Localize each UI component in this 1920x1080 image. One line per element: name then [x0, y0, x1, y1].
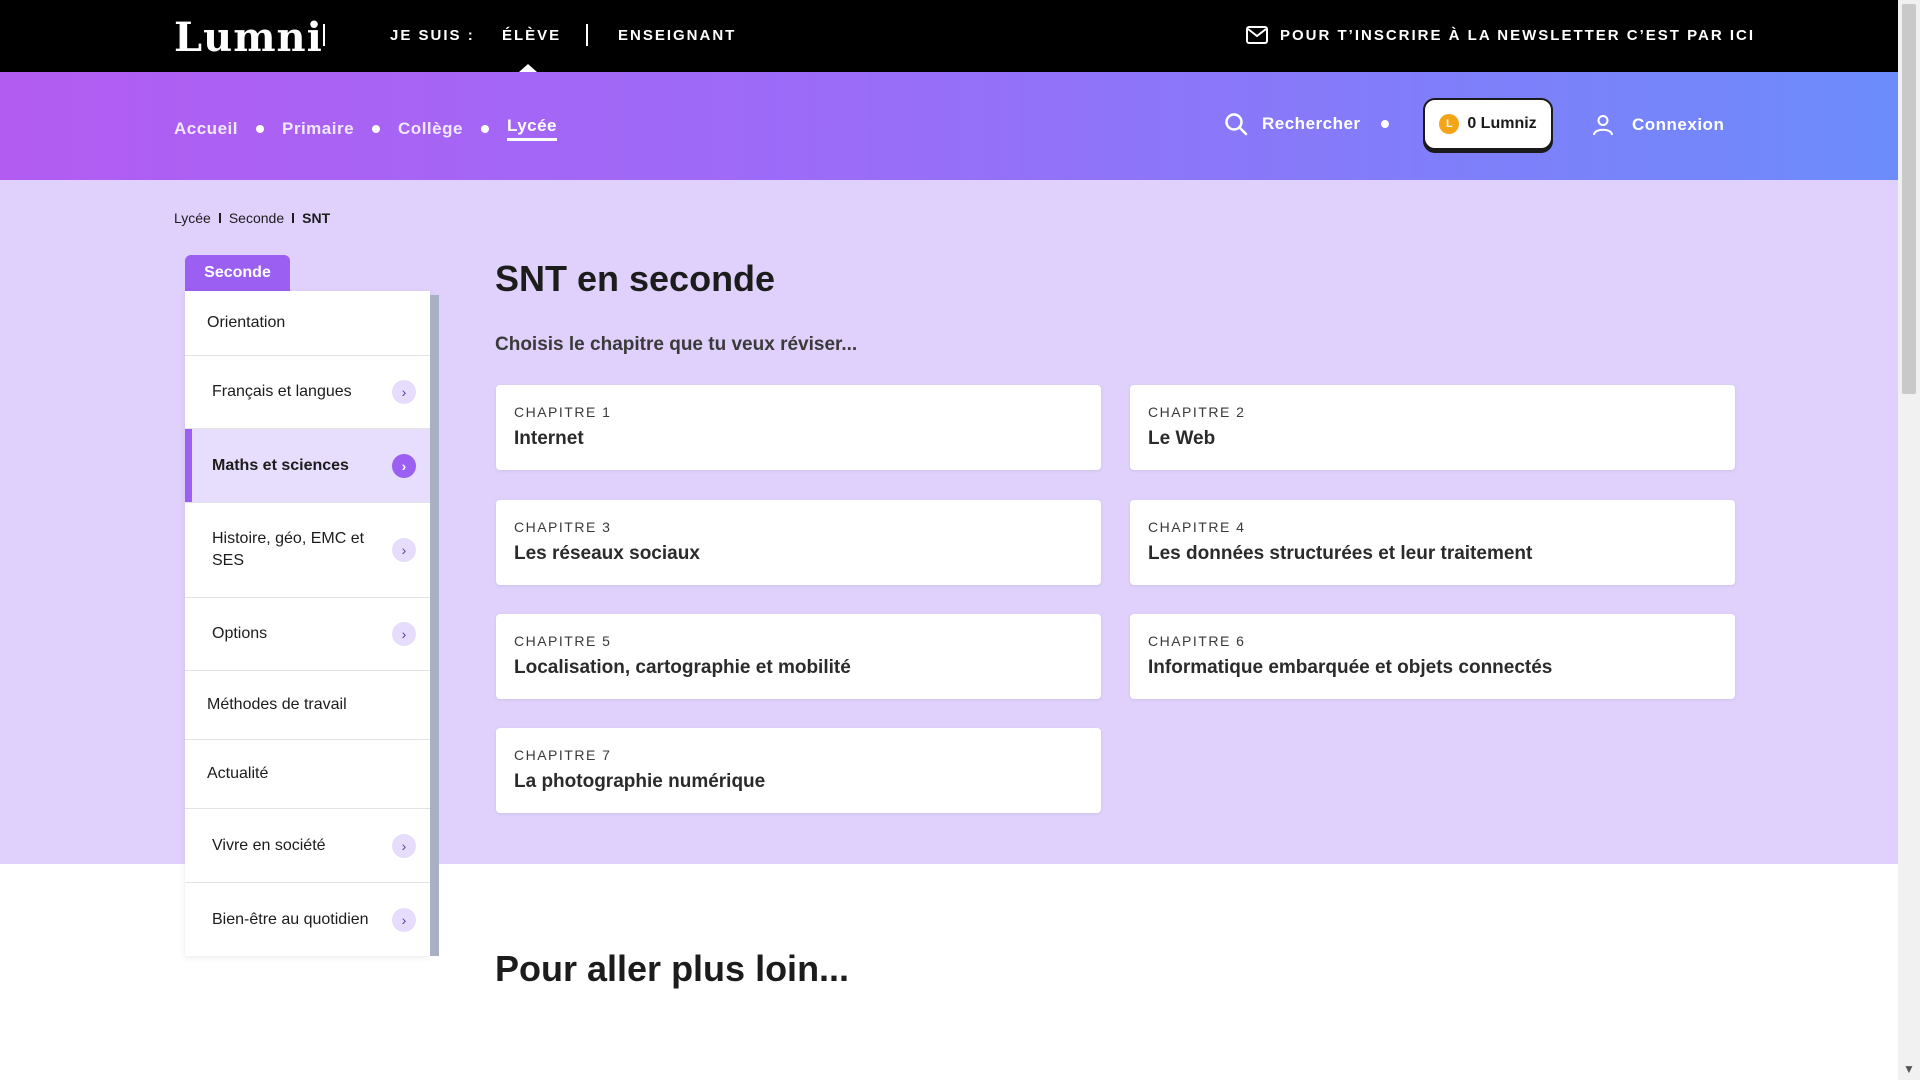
nav-dot	[372, 124, 381, 133]
chapter-card[interactable]: CHAPITRE 5 Localisation, cartographie et…	[496, 614, 1101, 699]
nav-dot	[255, 124, 264, 133]
top-bar: Lumni JE SUIS : ÉLÈVE ENSEIGNANT POUR T’…	[0, 0, 1898, 72]
scroll-down-icon[interactable]: ▼	[1898, 1060, 1920, 1078]
breadcrumb-snt: SNT	[302, 210, 331, 226]
chapter-number: CHAPITRE 3	[514, 519, 612, 535]
chapter-number: CHAPITRE 1	[514, 404, 612, 420]
active-caret	[519, 64, 537, 72]
lumniz-button[interactable]: L 0 Lumniz	[1423, 98, 1553, 150]
breadcrumb-seconde[interactable]: Seconde	[229, 210, 284, 226]
chapter-name: Le Web	[1148, 428, 1216, 449]
coin-icon: L	[1439, 114, 1460, 134]
sidebar-item-options[interactable]: Options ›	[185, 598, 430, 671]
main-nav: Accueil Primaire Collège Lycée Recherche…	[0, 72, 1898, 180]
chapter-card[interactable]: CHAPITRE 1 Internet	[496, 385, 1101, 470]
scrollbar-thumb[interactable]	[1902, 4, 1916, 394]
breadcrumb-lycee[interactable]: Lycée	[174, 210, 211, 226]
chapter-card[interactable]: CHAPITRE 3 Les réseaux sociaux	[496, 500, 1101, 585]
chapter-name: Les réseaux sociaux	[514, 543, 700, 564]
chapter-card[interactable]: CHAPITRE 4 Les données structurées et le…	[1130, 500, 1735, 585]
breadcrumb-sep	[218, 213, 221, 223]
page-subtitle: Choisis le chapitre que tu veux réviser.…	[495, 334, 858, 355]
search-icon	[1225, 113, 1248, 136]
chevron-right-icon: ›	[392, 833, 416, 858]
newsletter-link[interactable]: POUR T’INSCRIRE À LA NEWSLETTER C’EST PA…	[1246, 26, 1755, 44]
sidebar-item-bien-etre[interactable]: Bien-être au quotidien ›	[185, 883, 430, 956]
search-button[interactable]: Rechercher	[1224, 112, 1407, 136]
sidebar-tab-seconde[interactable]: Seconde	[185, 255, 290, 291]
sidebar-item-orientation[interactable]: Orientation	[185, 291, 430, 356]
connexion-label: Connexion	[1632, 115, 1725, 134]
chapter-number: CHAPITRE 6	[1148, 633, 1246, 649]
chevron-right-icon: ›	[392, 453, 416, 478]
sidebar-item-vivre[interactable]: Vivre en société ›	[185, 809, 430, 883]
sidebar-item-label: Options	[212, 625, 268, 642]
divider	[323, 24, 325, 46]
breadcrumb: Lycée Seconde SNT	[174, 210, 330, 226]
sidebar-item-methodes[interactable]: Méthodes de travail	[185, 671, 430, 740]
nav-college[interactable]: Collège	[398, 119, 463, 139]
je-suis-label: JE SUIS :	[390, 27, 475, 44]
sidebar-item-maths[interactable]: Maths et sciences ›	[185, 429, 430, 503]
lumni-logo[interactable]: Lumni	[174, 14, 323, 61]
nav-primaire[interactable]: Primaire	[282, 119, 354, 139]
sidebar-item-label: Actualité	[207, 765, 269, 782]
sidebar-item-label: Bien-être au quotidien	[212, 910, 369, 928]
page-title: SNT en seconde	[495, 258, 776, 299]
nav-dot	[480, 124, 489, 133]
sidebar: Orientation Français et langues › Maths …	[185, 291, 430, 956]
connexion-button[interactable]: Connexion	[1592, 114, 1724, 136]
chapter-name: Les données structurées et leur traiteme…	[1148, 543, 1533, 564]
mail-icon	[1246, 26, 1268, 44]
nav-lycee[interactable]: Lycée	[506, 116, 558, 141]
breadcrumb-sep	[292, 213, 295, 223]
chapter-name: Internet	[514, 428, 584, 449]
eleve-link[interactable]: ÉLÈVE	[502, 27, 561, 44]
enseignant-link[interactable]: ENSEIGNANT	[618, 27, 736, 44]
sidebar-item-label: Maths et sciences	[212, 456, 349, 474]
chapter-card[interactable]: CHAPITRE 7 La photographie numérique	[496, 728, 1101, 813]
sidebar-item-label: Méthodes de travail	[207, 696, 347, 713]
sidebar-scrollbar[interactable]	[430, 295, 439, 956]
divider	[586, 24, 588, 46]
lumniz-label: 0 Lumniz	[1467, 115, 1537, 132]
sidebar-item-label: Histoire, géo, EMC et SES	[212, 530, 365, 569]
chapter-name: Localisation, cartographie et mobilité	[514, 657, 851, 678]
chapter-card[interactable]: CHAPITRE 6 Informatique embarquée et obj…	[1130, 614, 1735, 699]
chapter-number: CHAPITRE 5	[514, 633, 612, 649]
sidebar-item-histoire[interactable]: Histoire, géo, EMC et SES ›	[185, 503, 430, 598]
search-label: Rechercher	[1262, 114, 1361, 133]
sidebar-item-label: Vivre en société	[212, 836, 326, 854]
sidebar-item-label: Français et langues	[212, 383, 352, 400]
newsletter-label: POUR T’INSCRIRE À LA NEWSLETTER C’EST PA…	[1280, 26, 1756, 44]
chapter-number: CHAPITRE 2	[1148, 404, 1246, 420]
chapter-name: La photographie numérique	[514, 771, 766, 792]
chapter-number: CHAPITRE 4	[1148, 519, 1246, 535]
chapter-number: CHAPITRE 7	[514, 747, 612, 763]
sidebar-item-label: Orientation	[207, 314, 286, 331]
sidebar-item-francais[interactable]: Français et langues ›	[185, 356, 430, 429]
user-icon	[1593, 115, 1613, 136]
chapter-card[interactable]: CHAPITRE 2 Le Web	[1130, 385, 1735, 470]
nav-dot	[1380, 120, 1389, 128]
chevron-right-icon: ›	[392, 380, 416, 404]
chevron-right-icon: ›	[392, 622, 416, 646]
chevron-right-icon: ›	[392, 538, 416, 562]
chapter-name: Informatique embarquée et objets connect…	[1148, 657, 1553, 678]
sidebar-item-actualite[interactable]: Actualité	[185, 740, 430, 809]
chevron-right-icon: ›	[392, 907, 416, 932]
page-scrollbar[interactable]: ▼	[1898, 0, 1920, 1080]
nav-accueil[interactable]: Accueil	[174, 119, 238, 139]
section-title-more: Pour aller plus loin...	[495, 948, 850, 989]
